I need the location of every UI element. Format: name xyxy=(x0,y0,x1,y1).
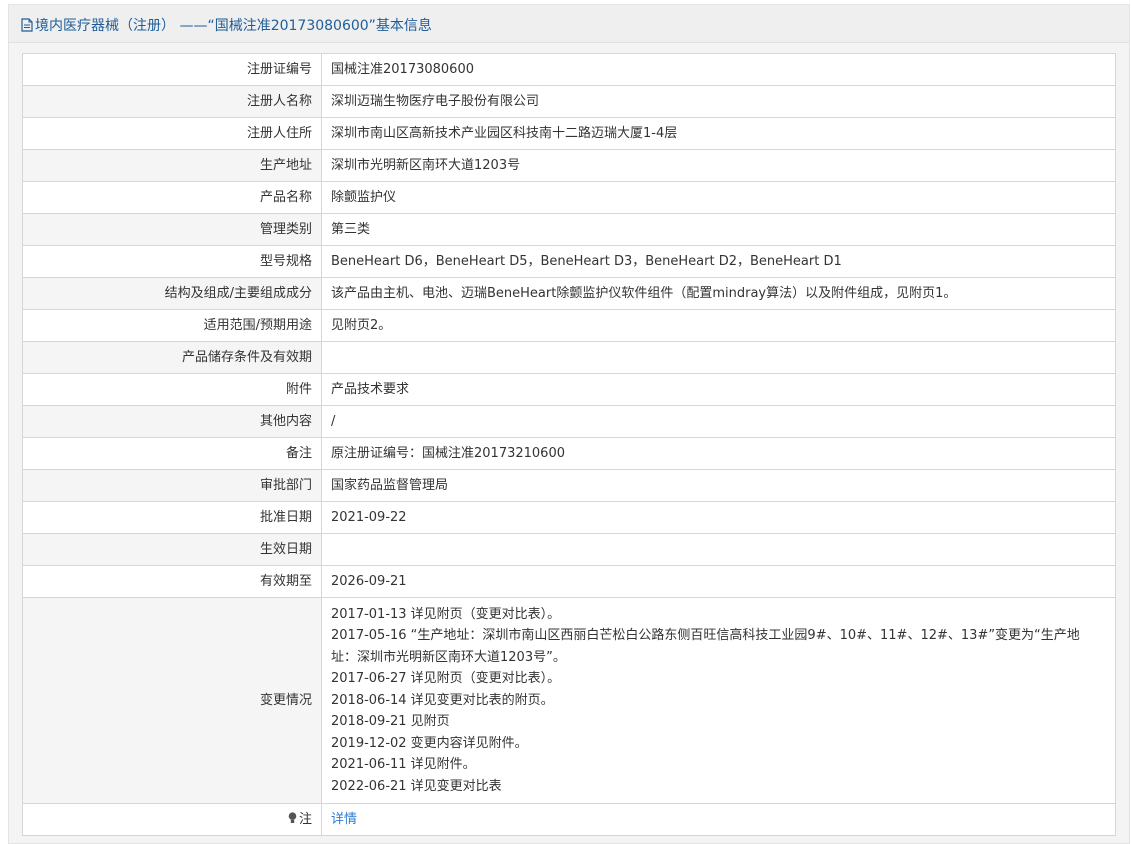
field-label: 附件 xyxy=(22,373,322,406)
field-value: BeneHeart D6，BeneHeart D5，BeneHeart D3，B… xyxy=(321,245,1116,278)
field-label: 生效日期 xyxy=(22,533,322,566)
field-label: 有效期至 xyxy=(22,565,322,598)
table-row: 注册人名称 深圳迈瑞生物医疗电子股份有限公司 xyxy=(22,85,1116,118)
field-value: 2021-09-22 xyxy=(321,501,1116,534)
table-row: 注 详情 xyxy=(22,803,1116,836)
info-panel: 境内医疗器械（注册） ——“国械注准20173080600”基本信息 注册证编号… xyxy=(8,4,1130,844)
note-value: 详情 xyxy=(321,803,1116,836)
details-link[interactable]: 详情 xyxy=(331,812,357,827)
page-title: 境内医疗器械（注册） ——“国械注准20173080600”基本信息 xyxy=(21,15,432,35)
lightbulb-icon xyxy=(288,811,297,823)
table-row: 其他内容 / xyxy=(22,405,1116,438)
table-row: 批准日期 2021-09-22 xyxy=(22,501,1116,534)
field-label: 注册人名称 xyxy=(22,85,322,118)
field-label: 管理类别 xyxy=(22,213,322,246)
table-row: 有效期至 2026-09-21 xyxy=(22,565,1116,598)
field-value: / xyxy=(321,405,1116,438)
change-entry: 2019-12-02 变更内容详见附件。 xyxy=(331,735,528,751)
field-label: 注册人住所 xyxy=(22,117,322,150)
table-row: 附件 产品技术要求 xyxy=(22,373,1116,406)
page-title-text: 境内医疗器械（注册） ——“国械注准20173080600”基本信息 xyxy=(35,18,432,34)
field-label: 结构及组成/主要组成成分 xyxy=(22,277,322,310)
change-entry: 2022-06-21 详见变更对比表 xyxy=(331,778,502,794)
change-entry: 2018-06-14 详见变更对比表的附页。 xyxy=(331,692,554,708)
field-value: 第三类 xyxy=(321,213,1116,246)
table-row: 产品名称 除颤监护仪 xyxy=(22,181,1116,214)
field-value: 深圳市南山区高新技术产业园区科技南十二路迈瑞大厦1-4层 xyxy=(321,117,1116,150)
field-value xyxy=(321,341,1116,374)
change-entry: 2017-06-27 详见附页（变更对比表）。 xyxy=(331,671,561,687)
field-label: 适用范围/预期用途 xyxy=(22,309,322,342)
table-row: 生效日期 xyxy=(22,533,1116,566)
note-label-text: 注 xyxy=(298,811,312,827)
table-row: 审批部门 国家药品监督管理局 xyxy=(22,469,1116,502)
field-value xyxy=(321,533,1116,566)
change-entry: 2017-01-13 详见附页（变更对比表）。 xyxy=(331,606,561,622)
field-label: 产品名称 xyxy=(22,181,322,214)
change-entry: 2018-09-21 见附页 xyxy=(331,714,450,730)
field-label: 批准日期 xyxy=(22,501,322,534)
table-row: 型号规格 BeneHeart D6，BeneHeart D5，BeneHeart … xyxy=(22,245,1116,278)
field-value: 原注册证编号：国械注准20173210600 xyxy=(321,437,1116,470)
field-label: 备注 xyxy=(22,437,322,470)
title-bar: 境内医疗器械（注册） ——“国械注准20173080600”基本信息 xyxy=(9,5,1129,43)
table-row: 产品储存条件及有效期 xyxy=(22,341,1116,374)
field-value: 该产品由主机、电池、迈瑞BeneHeart除颤监护仪软件组件（配置mindray… xyxy=(321,277,1116,310)
change-entry: 2017-05-16 “生产地址：深圳市南山区西丽白芒松白公路东侧百旺信高科技工… xyxy=(331,628,1080,644)
field-label: 审批部门 xyxy=(22,469,322,502)
field-label: 变更情况 xyxy=(22,597,322,804)
field-label: 产品储存条件及有效期 xyxy=(22,341,322,374)
table-row: 注册人住所 深圳市南山区高新技术产业园区科技南十二路迈瑞大厦1-4层 xyxy=(22,117,1116,150)
table-row: 备注 原注册证编号：国械注准20173210600 xyxy=(22,437,1116,470)
field-value: 除颤监护仪 xyxy=(321,181,1116,214)
change-history: 2017-01-13 详见附页（变更对比表）。 2017-05-16 “生产地址：… xyxy=(321,597,1116,804)
table-row: 变更情况 2017-01-13 详见附页（变更对比表）。 2017-05-16 “生… xyxy=(22,597,1116,804)
field-value: 深圳市光明新区南环大道1203号 xyxy=(321,149,1116,182)
info-table: 注册证编号 国械注准20173080600 注册人名称 深圳迈瑞生物医疗电子股份有限公… xyxy=(22,53,1116,836)
note-label: 注 xyxy=(22,803,322,836)
field-value: 国家药品监督管理局 xyxy=(321,469,1116,502)
change-entry: 址：深圳市光明新区南环大道1203号”。 xyxy=(331,649,566,665)
table-row: 结构及组成/主要组成成分 该产品由主机、电池、迈瑞BeneHeart除颤监护仪软件… xyxy=(22,277,1116,310)
table-row: 管理类别 第三类 xyxy=(22,213,1116,246)
field-label: 其他内容 xyxy=(22,405,322,438)
document-icon xyxy=(21,18,33,32)
field-value: 国械注准20173080600 xyxy=(321,53,1116,86)
field-value: 见附页2。 xyxy=(321,309,1116,342)
field-label: 生产地址 xyxy=(22,149,322,182)
table-row: 适用范围/预期用途 见附页2。 xyxy=(22,309,1116,342)
field-value: 2026-09-21 xyxy=(321,565,1116,598)
field-label: 注册证编号 xyxy=(22,53,322,86)
field-label: 型号规格 xyxy=(22,245,322,278)
change-entry: 2021-06-11 详见附件。 xyxy=(331,757,476,773)
field-value: 深圳迈瑞生物医疗电子股份有限公司 xyxy=(321,85,1116,118)
table-row: 生产地址 深圳市光明新区南环大道1203号 xyxy=(22,149,1116,182)
field-value: 产品技术要求 xyxy=(321,373,1116,406)
table-row: 注册证编号 国械注准20173080600 xyxy=(22,53,1116,86)
